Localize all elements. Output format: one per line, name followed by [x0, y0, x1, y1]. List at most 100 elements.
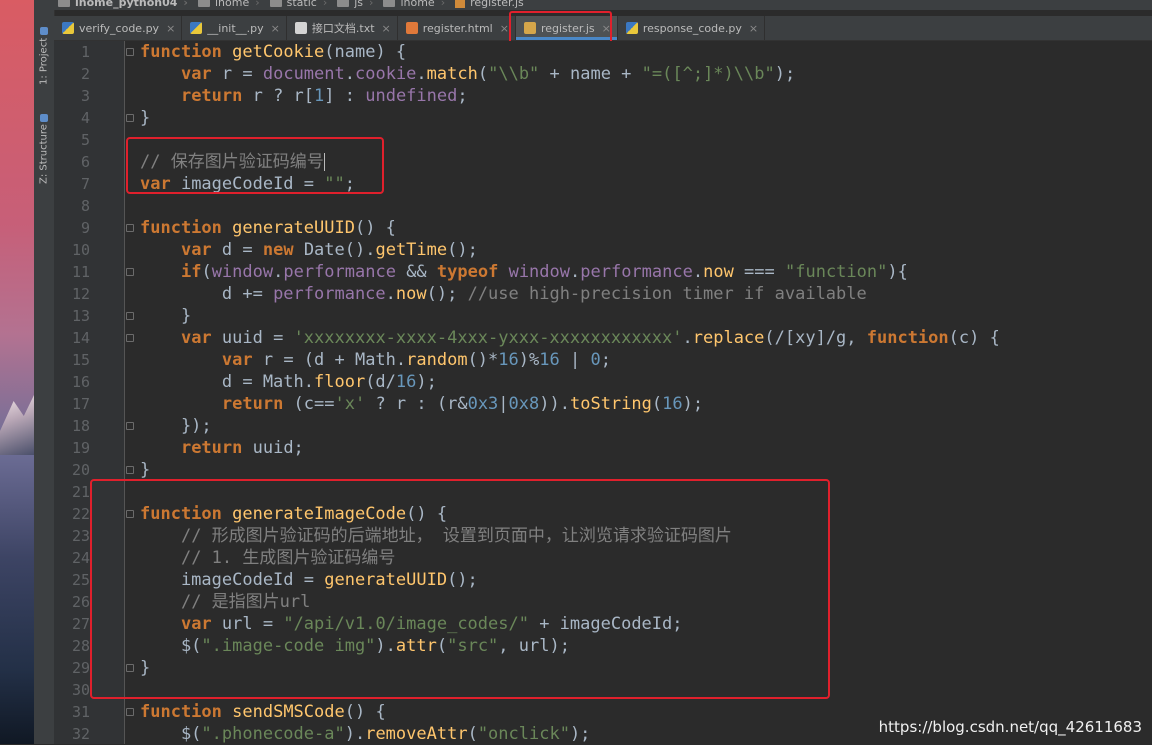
- breadcrumb: ihome_python04 › ihome › static › js › ihome…: [54, 0, 1152, 10]
- folder-icon: [197, 0, 210, 7]
- fold-marker-icon[interactable]: [126, 708, 134, 716]
- chevron-right-icon: ›: [322, 0, 328, 9]
- line-number: 18: [71, 417, 90, 435]
- python-file-icon: [62, 22, 74, 34]
- fold-marker-icon[interactable]: [126, 334, 134, 342]
- line-number: 7: [80, 175, 90, 193]
- line-number: 25: [71, 571, 90, 589]
- fold-marker-icon[interactable]: [126, 422, 134, 430]
- breadcrumb-item[interactable]: register.js: [451, 0, 530, 9]
- line-number: 4: [80, 109, 90, 127]
- breadcrumb-item[interactable]: static ›: [266, 0, 334, 9]
- text-file-icon: [294, 22, 307, 34]
- code-line[interactable]: if(window.performance && typeof window.p…: [140, 261, 908, 283]
- code-line[interactable]: var d = new Date().getTime();: [140, 239, 478, 261]
- mountain-peak: [0, 395, 34, 455]
- tab-response-code-py[interactable]: response_code.py ×: [618, 16, 766, 40]
- line-number: 12: [71, 285, 90, 303]
- line-number: 23: [71, 527, 90, 545]
- line-number: 31: [71, 703, 90, 721]
- line-number: 21: [71, 483, 90, 501]
- tab-api-doc-txt[interactable]: 接口文档.txt ×: [287, 16, 398, 40]
- close-icon[interactable]: ×: [382, 22, 391, 35]
- line-number: 8: [80, 197, 90, 215]
- code-line[interactable]: return uuid;: [140, 437, 304, 459]
- line-number: 9: [80, 219, 90, 237]
- image-code-id-annotation-box: [126, 137, 384, 194]
- line-number: 22: [71, 505, 90, 523]
- structure-tool-label: Z: Structure: [38, 124, 50, 185]
- code-line[interactable]: function getCookie(name) {: [140, 41, 406, 63]
- structure-icon: [40, 113, 48, 122]
- close-icon[interactable]: ×: [749, 22, 758, 35]
- line-number: 30: [71, 681, 90, 699]
- generate-image-code-annotation-box: [90, 479, 830, 699]
- line-number: 13: [71, 307, 90, 325]
- chevron-right-icon: ›: [440, 0, 446, 9]
- tab-verify-code-py[interactable]: verify_code.py ×: [54, 16, 183, 40]
- code-line[interactable]: $(".phonecode-a").removeAttr("onclick");: [140, 723, 590, 745]
- line-number: 1: [80, 43, 90, 61]
- fold-marker-icon[interactable]: [126, 466, 134, 474]
- close-icon[interactable]: ×: [271, 22, 280, 35]
- code-line[interactable]: });: [140, 415, 212, 437]
- folder-icon: [337, 0, 350, 7]
- line-number: 20: [71, 461, 90, 479]
- code-line[interactable]: function generateUUID() {: [140, 217, 396, 239]
- folder-icon: [58, 0, 70, 7]
- code-line[interactable]: var uuid = 'xxxxxxxx-xxxx-4xxx-yxxx-xxxx…: [140, 327, 1000, 349]
- python-file-icon: [190, 22, 203, 34]
- line-number: 5: [80, 131, 90, 149]
- code-line[interactable]: }: [140, 107, 150, 129]
- line-number: 19: [71, 439, 90, 457]
- close-icon[interactable]: ×: [500, 22, 509, 35]
- code-line[interactable]: var r = (d + Math.random()*16)%16 | 0;: [140, 349, 611, 371]
- line-number: 27: [71, 615, 90, 633]
- breadcrumb-item[interactable]: ihome ›: [194, 0, 266, 9]
- code-line[interactable]: }: [140, 459, 150, 481]
- code-line[interactable]: var r = document.cookie.match("\\b" + na…: [140, 63, 795, 85]
- line-number: 10: [71, 241, 90, 259]
- line-number: 14: [71, 329, 90, 347]
- python-file-icon: [625, 22, 638, 34]
- line-number: 24: [71, 549, 90, 567]
- line-number: 29: [71, 659, 90, 677]
- project-tool-tab[interactable]: 1: Project: [35, 20, 53, 92]
- html-file-icon: [405, 22, 418, 34]
- code-line[interactable]: }: [140, 305, 191, 327]
- folder-icon: [383, 0, 396, 7]
- folder-icon: [40, 26, 48, 35]
- fold-marker-icon[interactable]: [126, 224, 134, 232]
- breadcrumb-item[interactable]: ihome ›: [379, 0, 451, 9]
- tab-register-html[interactable]: register.html ×: [398, 16, 516, 40]
- desktop-wallpaper: [0, 0, 34, 744]
- chevron-right-icon: ›: [183, 0, 188, 9]
- tool-window-strip: 1: Project Z: Structure: [34, 0, 55, 744]
- fold-marker-icon[interactable]: [126, 114, 134, 122]
- code-line[interactable]: d = Math.floor(d/16);: [140, 371, 437, 393]
- line-number: 2: [80, 65, 90, 83]
- breadcrumb-item[interactable]: js ›: [333, 0, 379, 9]
- code-line[interactable]: return r ? r[1] : undefined;: [140, 85, 468, 107]
- code-line[interactable]: return (c=='x' ? r : (r&0x3|0x8)).toStri…: [140, 393, 703, 415]
- line-number: 15: [71, 351, 90, 369]
- breadcrumb-item[interactable]: ihome_python04 ›: [54, 0, 194, 9]
- code-line[interactable]: d += performance.now(); //use high-preci…: [140, 283, 867, 305]
- code-line[interactable]: function sendSMSCode() {: [140, 701, 386, 723]
- line-number: 28: [71, 637, 90, 655]
- close-icon[interactable]: ×: [166, 22, 175, 35]
- chevron-right-icon: ›: [255, 0, 260, 9]
- project-tool-label: 1: Project: [38, 37, 50, 86]
- line-number: 6: [80, 153, 90, 171]
- watermark: https://blog.csdn.net/qq_42611683: [878, 718, 1142, 736]
- line-number: 11: [71, 263, 90, 281]
- fold-marker-icon[interactable]: [126, 312, 134, 320]
- tab-init-py[interactable]: __init__.py ×: [182, 16, 287, 40]
- line-number: 26: [71, 593, 90, 611]
- structure-tool-tab[interactable]: Z: Structure: [35, 110, 53, 188]
- line-number: 17: [71, 395, 90, 413]
- fold-marker-icon[interactable]: [126, 268, 134, 276]
- folder-icon: [269, 0, 282, 7]
- line-number: 16: [71, 373, 90, 391]
- fold-marker-icon[interactable]: [126, 48, 134, 56]
